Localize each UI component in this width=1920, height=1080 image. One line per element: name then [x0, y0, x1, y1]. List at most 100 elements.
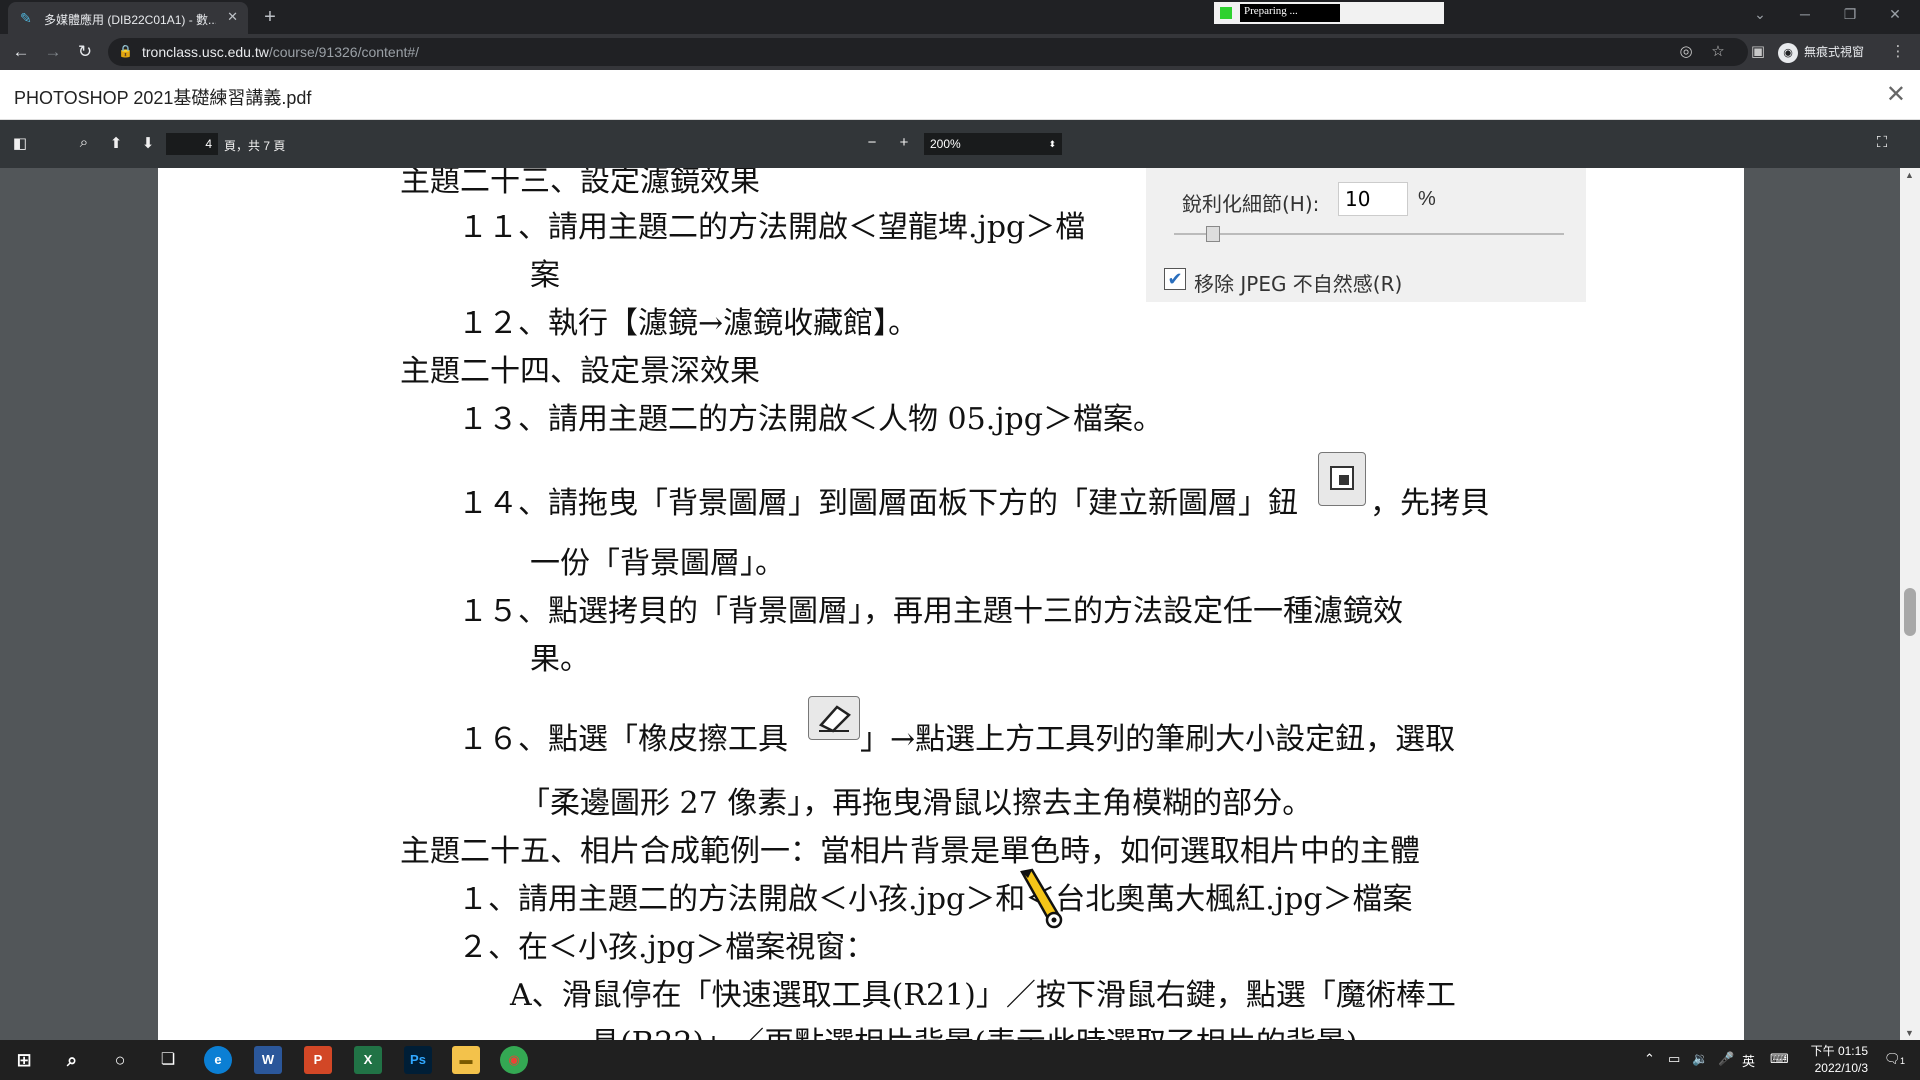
search-icon[interactable]: ⌕ [58, 1046, 86, 1074]
step-13: １３、請用主題二的方法開啟＜人物 05.jpg＞檔案。 [458, 402, 1163, 437]
step-16: １６、點選「橡皮擦工具 [458, 722, 788, 757]
eraser-tool-icon [808, 696, 860, 740]
chrome-icon[interactable]: ◉ [500, 1046, 528, 1074]
zoom-out-icon[interactable]: − [862, 134, 882, 151]
heading-topic-23: 主題二十三、設定濾鏡效果 [400, 168, 760, 199]
step-14-cont: 一份「背景圖層」。 [530, 546, 785, 581]
tab-close-button[interactable]: ✕ [227, 9, 238, 25]
step-2: ２、在＜小孩.jpg＞檔案視窗： [458, 930, 876, 965]
clock-time: 下午 01:15 [1810, 1044, 1868, 1058]
pdf-viewer[interactable]: 銳利化細節(H): 10 % ✔ 移除 JPEG 不自然感(R) 主題二十三、設… [0, 168, 1920, 1040]
sidebar-toggle-icon[interactable]: ◧ [10, 134, 30, 152]
document-title: PHOTOSHOP 2021基礎練習講義.pdf [14, 88, 312, 108]
cortana-icon[interactable]: ○ [106, 1046, 134, 1074]
document-close-button[interactable]: ✕ [1886, 80, 1906, 109]
step-11: １１、請用主題二的方法開啟＜望龍埤.jpg＞檔 [458, 210, 1086, 245]
search-icon[interactable]: ⌕ [74, 134, 94, 151]
step-16-cont: 「柔邊圖形 27 像素」，再拖曳滑鼠以擦去主角模糊的部分。 [520, 786, 1313, 821]
chevron-updown-icon: ⬍ [1048, 139, 1056, 149]
slider-track [1174, 233, 1564, 235]
minimize-button[interactable]: ─ [1795, 6, 1815, 22]
scroll-up-icon[interactable]: ▲ [1905, 170, 1914, 180]
notification-count: 1 [1900, 1056, 1906, 1066]
close-window-button[interactable]: ✕ [1885, 6, 1905, 23]
detail-value: 10 [1338, 182, 1408, 216]
scrollbar-thumb[interactable] [1904, 588, 1916, 636]
address-bar[interactable]: 🔒 tronclass.usc.edu.tw/course/91326/cont… [108, 38, 1748, 66]
incognito-icon: ◉ [1778, 42, 1798, 63]
pdf-page: 銳利化細節(H): 10 % ✔ 移除 JPEG 不自然感(R) 主題二十三、設… [158, 168, 1744, 1040]
system-clock[interactable]: 下午 01:15 2022/10/3 [1811, 1043, 1868, 1077]
tab-search-icon[interactable]: ⌄ [1750, 6, 1770, 23]
url-text: tronclass.usc.edu.tw/course/91326/conten… [142, 44, 420, 60]
zoom-value: 200% [930, 137, 961, 151]
heading-topic-25: 主題二十五、相片合成範例一：當相片背景是單色時，如何選取相片中的主體 [400, 834, 1420, 869]
excel-icon[interactable]: X [354, 1046, 382, 1074]
step-16-tail: 」→點選上方工具列的筆刷大小設定鈕，選取 [860, 722, 1456, 757]
notification-icon[interactable]: 🗨 [1884, 1051, 1901, 1067]
preparing-label: Preparing ... [1240, 4, 1340, 22]
heading-topic-24: 主題二十四、設定景深效果 [400, 354, 760, 389]
side-panel-icon[interactable]: ▣ [1748, 42, 1768, 60]
new-layer-icon [1318, 452, 1366, 506]
fullscreen-icon[interactable]: ⛶ [1872, 134, 1892, 151]
lock-icon: 🔒 [118, 44, 133, 58]
new-tab-button[interactable]: + [258, 5, 282, 29]
pdf-toolbar: ◧ ⌕ ⬆ ⬇ 4 頁，共 7 頁 − + 200% ⬍ ⛶ [0, 120, 1920, 168]
restore-button[interactable]: ❐ [1840, 6, 1860, 23]
vertical-scrollbar[interactable]: ▲ ▼ [1900, 168, 1920, 1040]
zoom-in-icon[interactable]: + [894, 134, 914, 151]
step-14-tail: ，先拷貝 [1370, 486, 1490, 521]
ime-indicator[interactable]: 英 [1742, 1051, 1755, 1070]
preparing-overlay: Preparing ... [1214, 2, 1444, 24]
remove-jpeg-label: 移除 JPEG 不自然感(R) [1194, 272, 1403, 296]
back-icon[interactable]: ← [10, 41, 32, 63]
clock-date: 2022/10/3 [1814, 1061, 1868, 1075]
bookmark-star-icon[interactable]: ☆ [1708, 42, 1728, 60]
browser-tab[interactable]: ✎ 多媒體應用 (DIB22C01A1) - 數... ✕ [8, 2, 248, 34]
step-15-cont: 果。 [530, 642, 590, 677]
step-12: １２、執行【濾鏡→濾鏡收藏館】。 [458, 306, 919, 341]
checkbox-checked-icon: ✔ [1164, 268, 1186, 290]
step-2a-cont: 具(R22)」／再點選相片背景(表示此時選取了相片的背景) [590, 1018, 1358, 1040]
browser-tab-strip: ✎ 多媒體應用 (DIB22C01A1) - 數... ✕ + Preparin… [0, 0, 1920, 34]
tray-chevron-icon[interactable]: ⌃ [1644, 1051, 1655, 1067]
keyboard-icon[interactable]: ⌨ [1770, 1051, 1789, 1067]
task-view-icon[interactable]: ❏ [154, 1046, 182, 1074]
forward-icon[interactable]: → [42, 41, 64, 63]
page-count-label: 頁，共 7 頁 [224, 139, 286, 153]
step-14: １４、請拖曳「背景圖層」到圖層面板下方的「建立新圖層」鈕 [458, 486, 1298, 521]
reload-icon[interactable]: ↻ [74, 41, 96, 63]
tab-title: 多媒體應用 (DIB22C01A1) - 數... [44, 13, 216, 27]
eye-off-icon[interactable]: ◎ [1676, 42, 1696, 60]
step-2a: A、滑鼠停在「快速選取工具(R21)」／按下滑鼠右鍵，點選「魔術棒工 [510, 978, 1456, 1013]
pencil-cursor-icon [1020, 868, 1063, 929]
microphone-icon[interactable]: 🎤 [1718, 1051, 1734, 1067]
detail-unit: % [1418, 188, 1436, 210]
browser-toolbar: ← → ↻ 🔒 tronclass.usc.edu.tw/course/9132… [0, 34, 1920, 70]
windows-taskbar: ⊞ ⌕ ○ ❏ e W P X Ps ▬ ◉ ⌃ ▭ 🔉 🎤 英 ⌨ 下午 01… [0, 1040, 1920, 1080]
windows-start-icon[interactable]: ⊞ [10, 1046, 38, 1074]
network-icon[interactable]: ▭ [1668, 1051, 1680, 1067]
smart-sharpen-dialog-image: 銳利化細節(H): 10 % ✔ 移除 JPEG 不自然感(R) [1146, 168, 1586, 302]
step-1: １、請用主題二的方法開啟＜小孩.jpg＞和＜台北奧萬大楓紅.jpg＞檔案 [458, 882, 1413, 917]
slider-thumb [1206, 226, 1220, 242]
word-icon[interactable]: W [254, 1046, 282, 1074]
previous-page-icon[interactable]: ⬆ [106, 134, 126, 152]
scroll-down-icon[interactable]: ▼ [1905, 1028, 1914, 1038]
file-explorer-icon[interactable]: ▬ [452, 1046, 480, 1074]
volume-icon[interactable]: 🔉 [1692, 1051, 1708, 1067]
photoshop-icon[interactable]: Ps [404, 1046, 432, 1074]
status-indicator-icon [1220, 7, 1232, 19]
tronclass-favicon-icon: ✎ [20, 10, 32, 26]
edge-icon[interactable]: e [204, 1046, 232, 1074]
step-11-cont: 案 [530, 258, 560, 293]
menu-kebab-icon[interactable]: ⋮ [1888, 42, 1908, 60]
step-15: １５、點選拷貝的「背景圖層」，再用主題十三的方法設定任一種濾鏡效 [458, 594, 1403, 629]
incognito-indicator[interactable]: ◉ 無痕式視窗 [1778, 40, 1864, 64]
detail-label: 銳利化細節(H): [1182, 192, 1320, 216]
next-page-icon[interactable]: ⬇ [138, 134, 158, 152]
zoom-select[interactable]: 200% ⬍ [924, 133, 1062, 155]
page-number-input[interactable]: 4 [166, 133, 218, 155]
powerpoint-icon[interactable]: P [304, 1046, 332, 1074]
